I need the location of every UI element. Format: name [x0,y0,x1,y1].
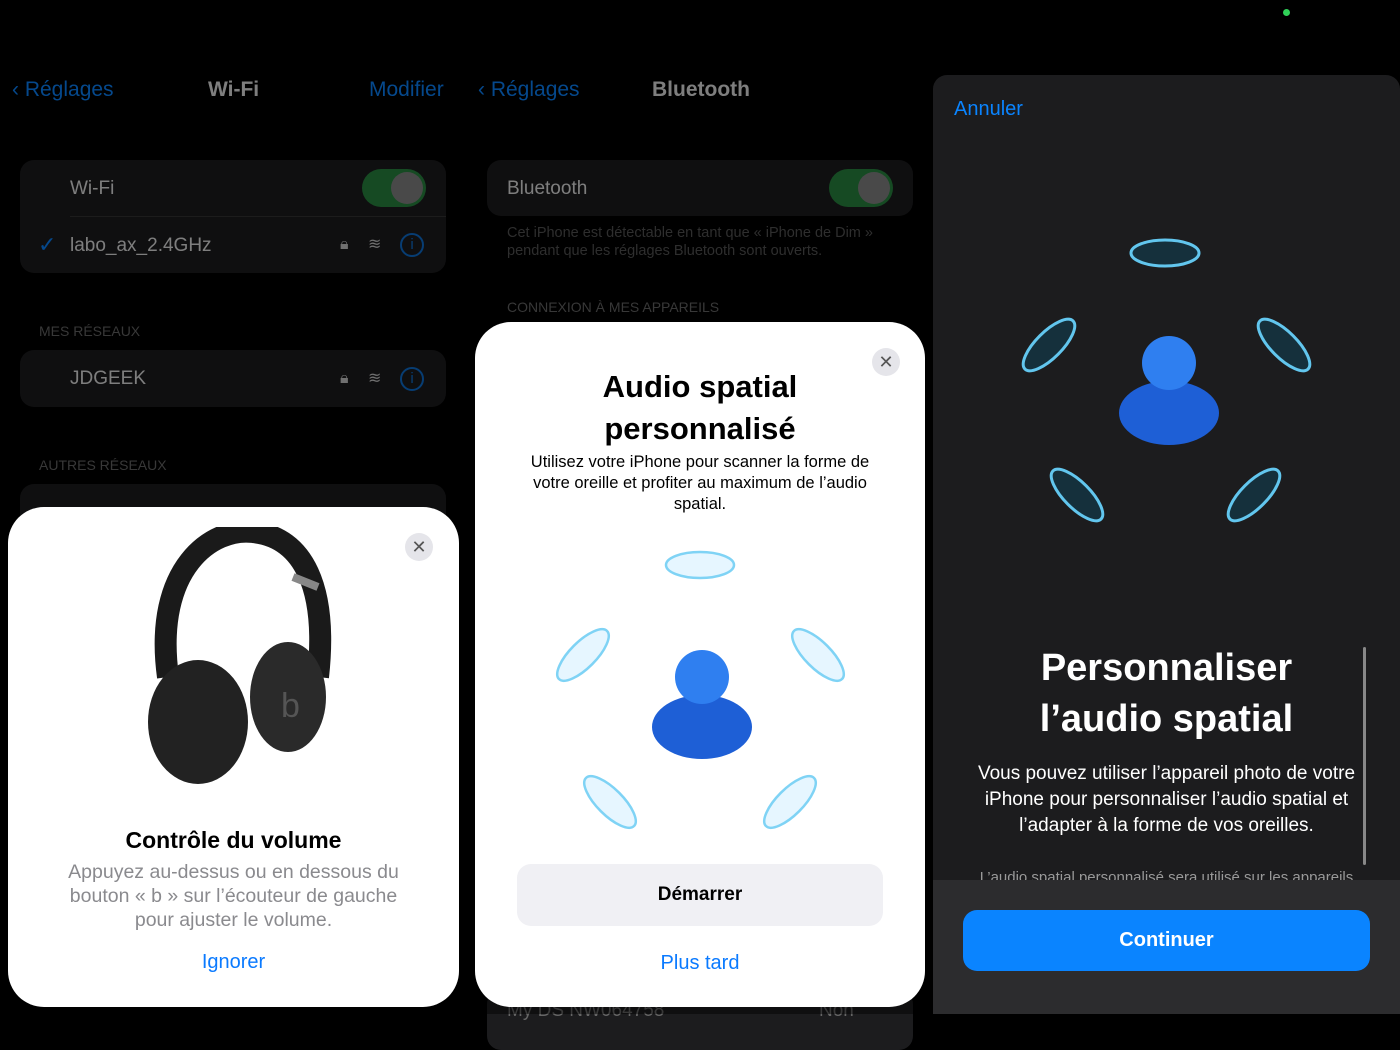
close-button[interactable]: ✕ [405,533,433,561]
spatial-audio-illustration [556,550,845,829]
sheet-body: Vous pouvez utiliser l’appareil photo de… [977,763,1356,836]
continue-button[interactable]: Continuer [963,910,1370,971]
close-button[interactable]: ✕ [872,348,900,376]
scrollbar[interactable] [1363,647,1366,865]
card-body: Appuyez au-dessus ou en dessous du bouto… [68,861,399,931]
card-title: Audio spatial personnalisé [602,369,798,446]
card-body: Utilisez votre iPhone pour scanner la fo… [530,453,870,513]
card-title: Contrôle du volume [125,827,342,853]
personalize-sheet: Annuler Personnaliser l’audio spatial Vo… [933,75,1400,1014]
spatial-audio-illustration [1021,238,1312,523]
ignore-button[interactable]: Ignorer [8,951,459,974]
sheet-title: Personnaliser l’audio spatial [1039,647,1294,740]
start-button[interactable]: Démarrer [517,864,883,926]
status-indicator [1283,9,1290,16]
headphones-image: b [148,527,332,784]
volume-card: ✕ b Contrôle du volume Appuyez au-dessus… [8,507,459,1007]
cancel-button[interactable]: Annuler [954,98,1023,121]
spatial-audio-card: ✕ Audio spatial personnalisé Utilisez vo… [475,322,925,1007]
svg-text:b: b [281,687,300,725]
later-button[interactable]: Plus tard [475,952,925,975]
